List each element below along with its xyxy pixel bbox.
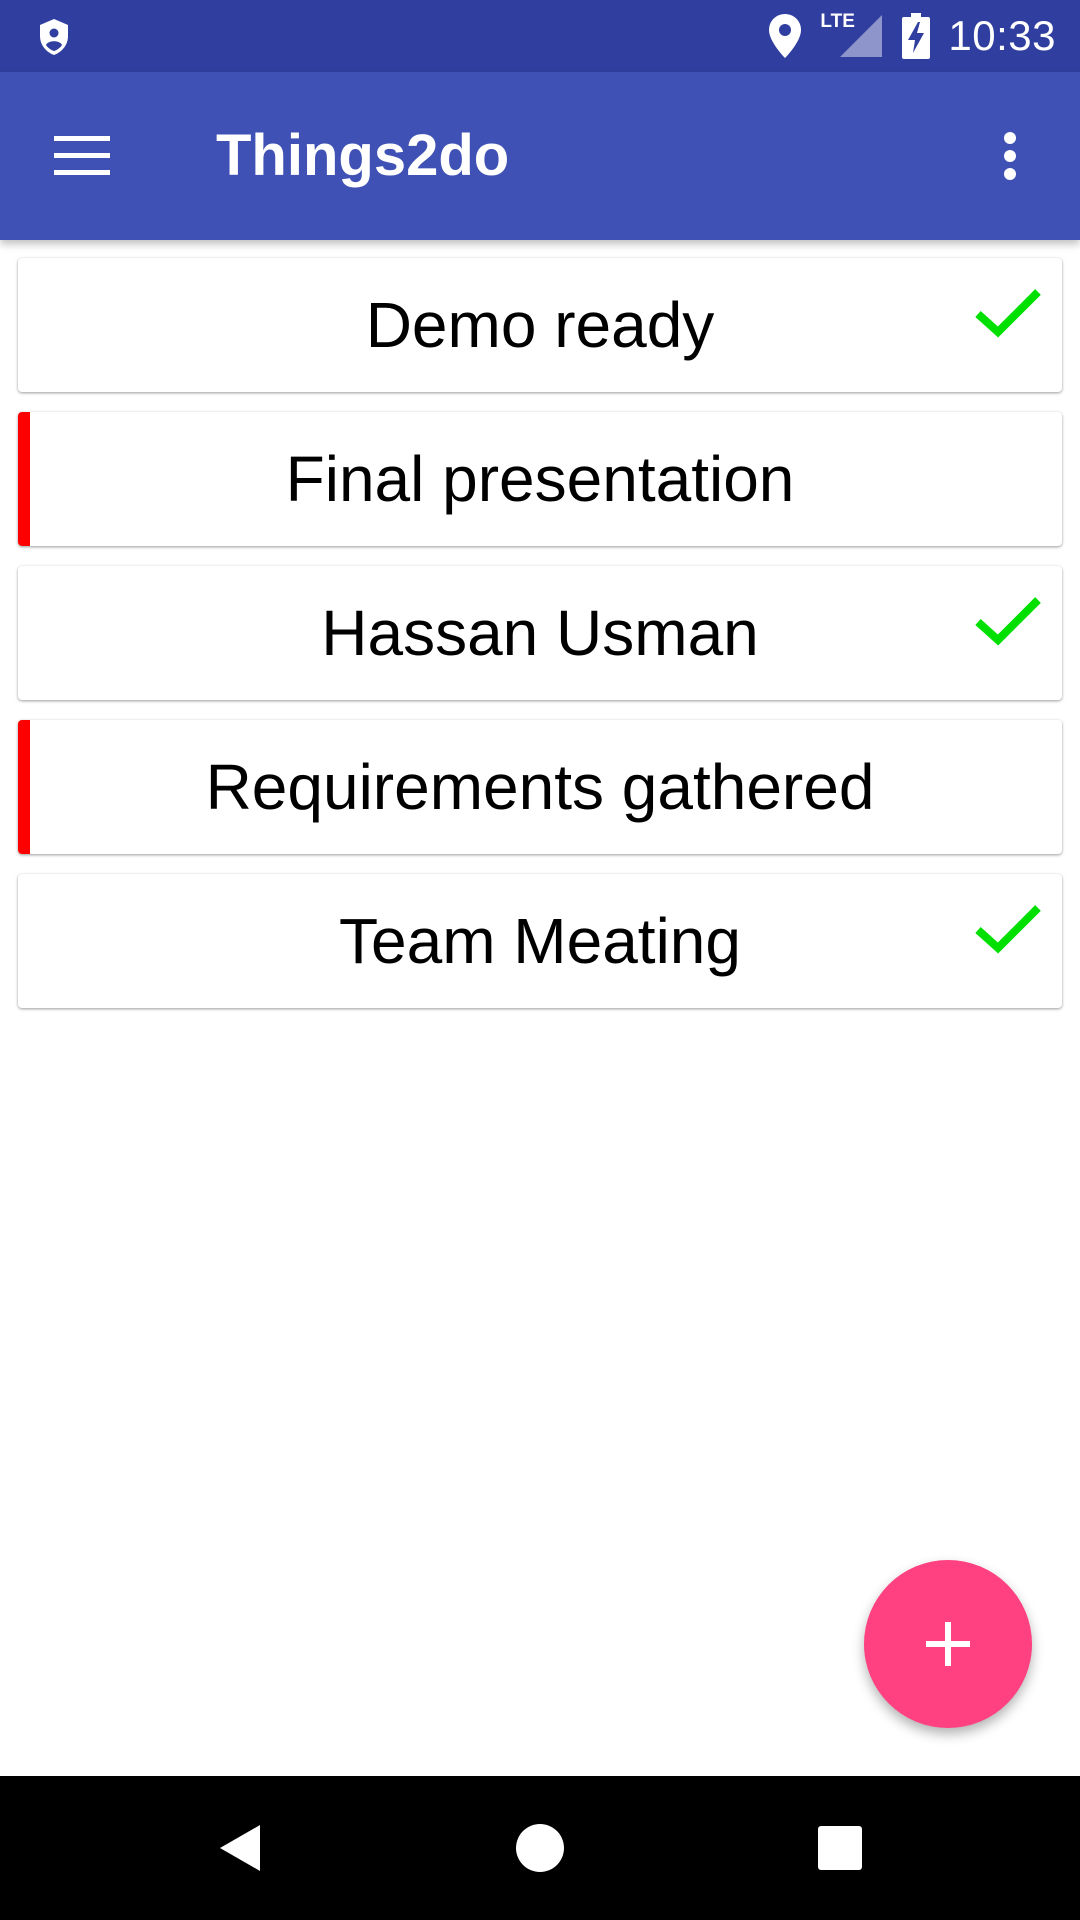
task-title: Requirements gathered: [205, 751, 875, 823]
recents-icon: [818, 1826, 862, 1870]
screen: LTE 10:33 Things2do Demo ready Final pre…: [0, 0, 1080, 1920]
recents-button[interactable]: [798, 1806, 882, 1890]
task-title: Team Meating: [339, 905, 741, 977]
task-item[interactable]: Requirements gathered: [18, 720, 1062, 854]
more-vert-icon: [1004, 132, 1016, 180]
menu-button[interactable]: [40, 114, 124, 198]
navigation-bar: [0, 1776, 1080, 1920]
task-title: Hassan Usman: [321, 597, 759, 669]
location-icon: [769, 14, 802, 58]
task-item[interactable]: Demo ready: [18, 258, 1062, 392]
home-button[interactable]: [498, 1806, 582, 1890]
status-time: 10:33: [948, 12, 1056, 59]
battery-charging-icon: [902, 13, 931, 59]
app-bar: Things2do: [0, 72, 1080, 240]
plus-icon: [926, 1622, 970, 1666]
task-title: Final presentation: [285, 443, 795, 515]
status-icons: LTE 10:33: [750, 0, 1056, 72]
overflow-menu-button[interactable]: [968, 114, 1052, 198]
task-item[interactable]: Hassan Usman: [18, 566, 1062, 700]
task-item[interactable]: Team Meating: [18, 874, 1062, 1008]
status-bar: LTE 10:33: [0, 0, 1080, 72]
lte-signal-icon: LTE: [820, 11, 884, 59]
task-list: Demo ready Final presentation Hassan Usman…: [18, 258, 1062, 1028]
task-title: Demo ready: [365, 289, 715, 361]
back-icon: [220, 1825, 260, 1871]
task-item[interactable]: Final presentation: [18, 412, 1062, 546]
network-type-label: LTE: [820, 11, 855, 32]
home-icon: [516, 1824, 564, 1872]
shield-icon: [40, 19, 68, 55]
add-task-button[interactable]: [864, 1560, 1032, 1728]
check-icon: [975, 597, 1041, 646]
app-title: Things2do: [216, 123, 510, 188]
back-button[interactable]: [198, 1806, 282, 1890]
hamburger-menu-icon: [54, 136, 110, 175]
check-icon: [975, 905, 1041, 954]
check-icon: [975, 289, 1041, 338]
